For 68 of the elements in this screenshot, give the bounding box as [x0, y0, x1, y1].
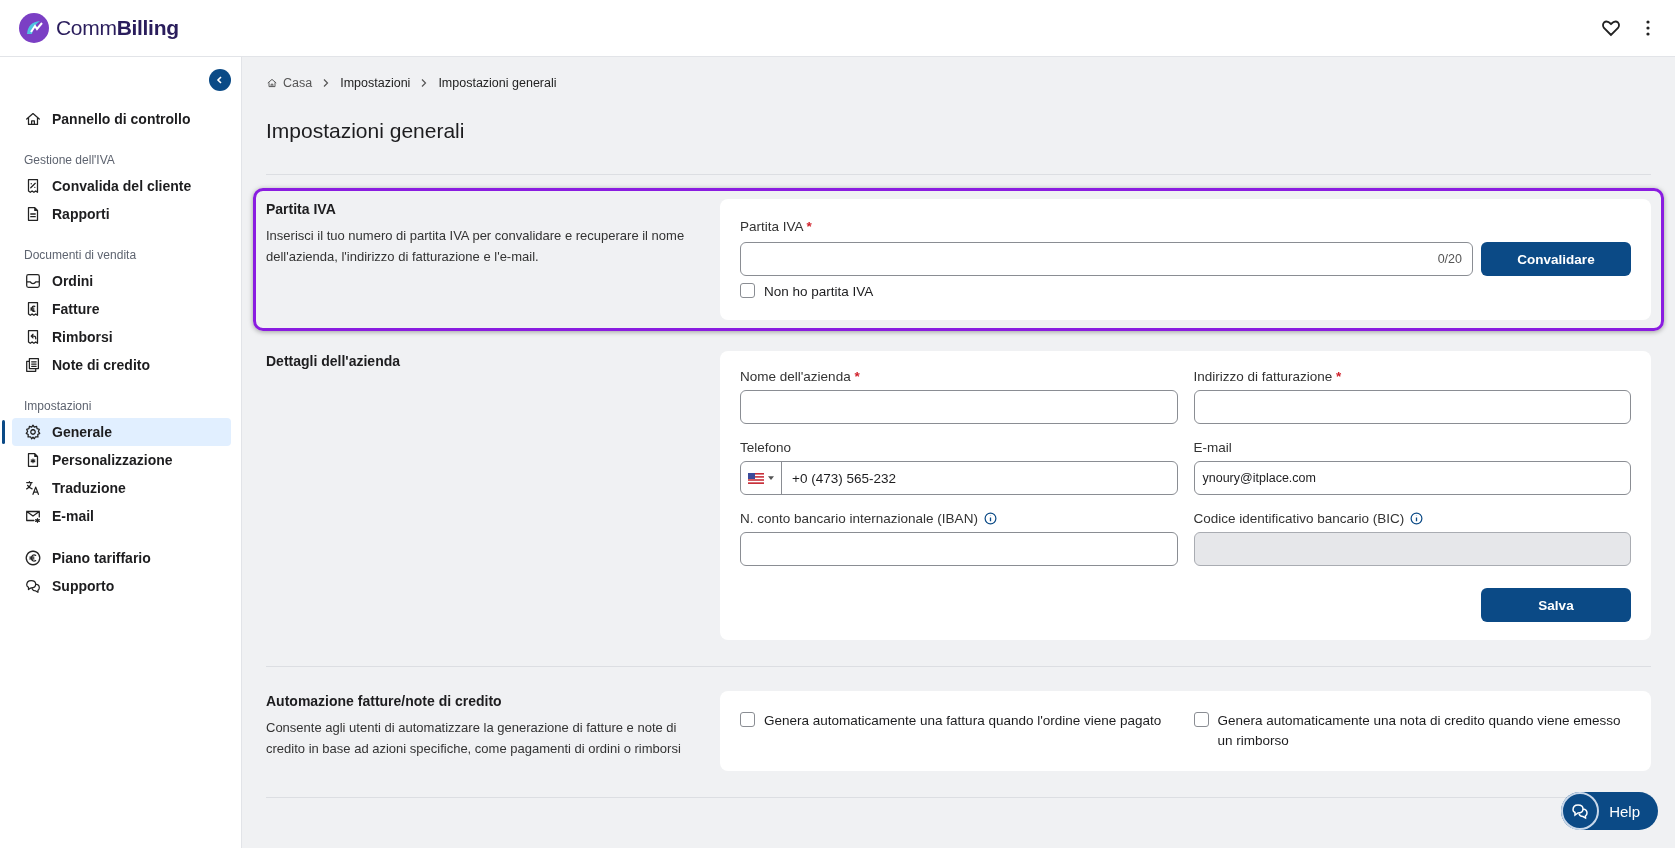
nav-item[interactable]: Rimborsi — [12, 323, 231, 351]
field-value: +0 (473) 565-232 — [791, 470, 896, 486]
nav-section-heading: Gestione dell'IVA — [23, 152, 116, 169]
nav-item[interactable]: Traduzione — [12, 474, 231, 502]
nav-item[interactable]: Rapporti — [12, 200, 231, 228]
logo-icon — [18, 12, 50, 44]
inbox-icon — [24, 272, 42, 290]
nav-item[interactable]: Ordini — [12, 267, 231, 295]
flag-icon — [748, 472, 764, 484]
section-description: Inserisci il tuo numero di partita IVA per convalidare e recuperare il nome dell'azienda, l'indirizzo di fatturazione e l'e-mail. — [266, 227, 686, 266]
field-value: ynoury@itplace.com — [1201, 471, 1316, 485]
checkbox-label: Genera automaticamente una fattura quando l'ordine viene pagato — [764, 712, 1162, 730]
copies-icon — [24, 356, 42, 374]
info-icon[interactable] — [983, 512, 997, 525]
nav-item[interactable]: Supporto — [12, 572, 231, 600]
help-button[interactable]: Help — [1561, 792, 1658, 830]
nav-item[interactable]: Fatture — [12, 295, 231, 323]
caret-icon — [768, 476, 774, 480]
nav-item[interactable]: E-mail — [12, 502, 231, 530]
section-description: Consente agli utenti di automatizzare la generazione di fatture e note di credito in base ad azioni specifiche, come pagamenti di ordini o rimborsi — [266, 719, 682, 758]
chevron-left-icon — [215, 75, 225, 85]
breadcrumb-link[interactable]: Casa — [283, 76, 313, 90]
save-button[interactable]: Salva — [1481, 588, 1631, 622]
field-label: Indirizzo di fatturazione * — [1193, 369, 1342, 384]
nav-item[interactable]: Pannello di controllo — [12, 105, 231, 133]
field-label: Nome dell'azienda * — [740, 369, 860, 384]
text-field[interactable]: ynoury@itplace.com — [1193, 461, 1631, 495]
section-title: Automazione fatture/note di credito — [266, 693, 503, 709]
field-label: Codice identificativo bancario (BIC) — [1193, 511, 1405, 526]
heart-icon[interactable] — [1601, 18, 1621, 38]
text-field[interactable] — [1193, 390, 1631, 424]
checkbox-label: Genera automaticamente una nota di credito quando viene emesso un rimborso — [1217, 712, 1622, 750]
chevron-right-icon — [420, 78, 429, 88]
field-label: N. conto bancario internazionale (IBAN) — [740, 511, 978, 526]
chevron-right-icon — [322, 78, 331, 88]
field-label: Telefono — [740, 440, 792, 455]
chat-icon — [1570, 801, 1591, 821]
home-icon — [266, 77, 278, 89]
nav-item[interactable]: Personalizzazione — [12, 446, 231, 474]
breadcrumb-link[interactable]: Impostazioni — [340, 76, 411, 90]
checkbox[interactable] — [740, 283, 755, 298]
breadcrumb-link[interactable]: Impostazioni generali — [438, 76, 557, 90]
text-field[interactable] — [740, 532, 1178, 566]
checkbox[interactable] — [740, 712, 755, 727]
nav-item[interactable]: Note di credito — [12, 351, 231, 379]
nav-section-heading: Documenti di vendita — [23, 247, 138, 264]
validate-button[interactable]: Convalidare — [1481, 242, 1631, 276]
vat-number-field[interactable]: 0/20 — [740, 242, 1473, 276]
nav-item[interactable]: Piano tariffario — [12, 544, 231, 572]
nav-section-heading: Impostazioni — [23, 398, 93, 415]
field-label: Partita IVA * — [740, 219, 812, 234]
more-menu-icon[interactable] — [1645, 18, 1651, 38]
checkbox-label: Non ho partita IVA — [764, 283, 874, 301]
collapse-sidebar-button[interactable] — [209, 69, 231, 91]
character-counter: 0/20 — [1437, 252, 1462, 266]
section-title: Partita IVA — [266, 201, 337, 217]
field-label: E-mail — [1193, 440, 1232, 455]
chat-icon — [24, 577, 42, 595]
translate-icon — [24, 479, 42, 497]
phone-field[interactable]: +0 (473) 565-232 — [740, 461, 1178, 495]
gear-icon — [24, 423, 42, 441]
text-field[interactable] — [740, 390, 1178, 424]
section-title: Dettagli dell'azienda — [266, 353, 402, 369]
page-title: Impostazioni generali — [265, 118, 466, 144]
nav-item[interactable]: Convalida del cliente — [12, 172, 231, 200]
checkbox[interactable] — [1193, 712, 1209, 727]
home-icon — [24, 110, 42, 128]
brand-name: CommBilling — [56, 16, 179, 40]
